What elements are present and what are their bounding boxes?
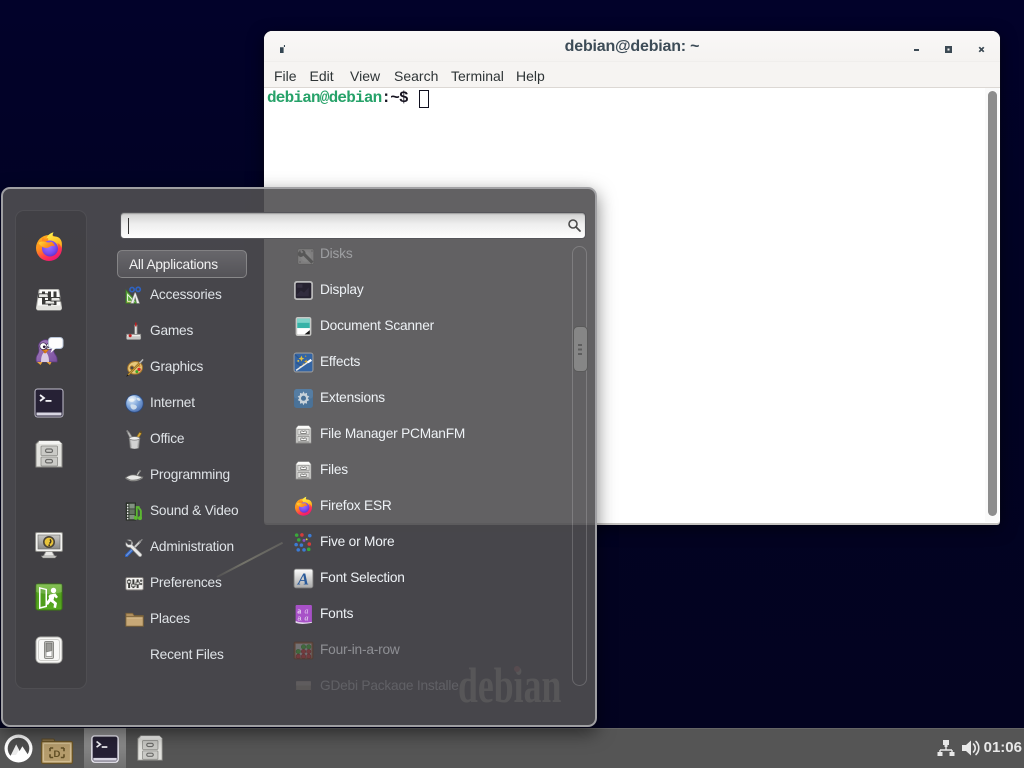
svg-text:A: A (297, 569, 309, 588)
svg-text:D: D (54, 749, 61, 760)
svg-text:a: a (305, 613, 309, 622)
svg-text:a: a (297, 606, 301, 615)
